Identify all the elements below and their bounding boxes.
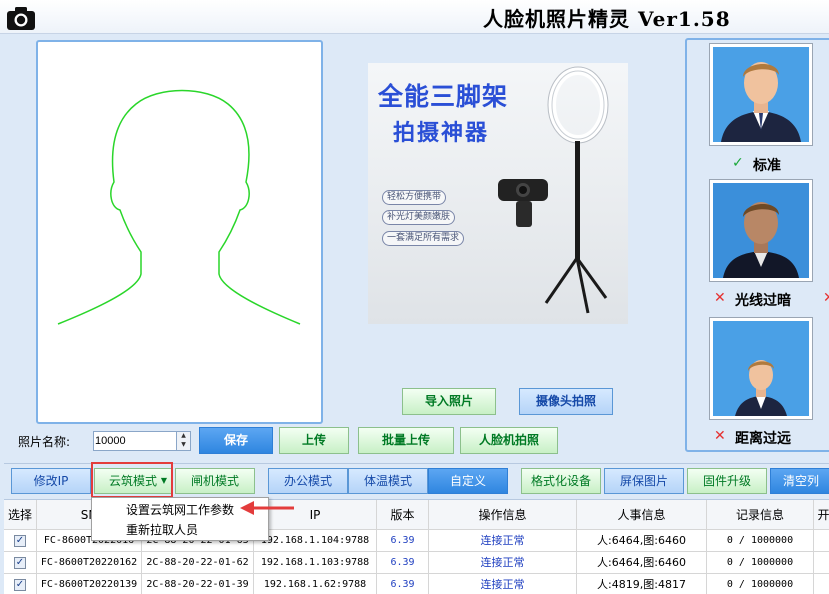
- ad-tag: 一套满足所有需求: [382, 231, 465, 246]
- ad-tag: 轻松方便携带: [382, 190, 447, 205]
- table-row-checkbox[interactable]: ✓: [4, 574, 37, 594]
- spin-up-icon[interactable]: ▲: [176, 432, 190, 441]
- checkbox-check-icon[interactable]: ✓: [14, 557, 26, 569]
- cell-version: 6.39: [377, 574, 429, 594]
- camera-preview-panel: [36, 40, 323, 424]
- app-title: 人脸机照片精灵 Ver1.58: [483, 7, 731, 31]
- temp-mode-button[interactable]: 体温模式: [348, 468, 428, 494]
- cross-icon: ✕: [823, 290, 829, 306]
- tripod-ad-image: 全能三脚架 拍摄神器 轻松方便携带 补光灯美颜嫩肤 一套满足所有需求: [368, 63, 628, 324]
- gate-mode-button[interactable]: 闸机模式: [175, 468, 255, 494]
- spin-down-icon[interactable]: ▼: [176, 441, 190, 450]
- menu-item-refetch-staff[interactable]: 重新拉取人员: [126, 521, 198, 538]
- modify-ip-button[interactable]: 修改IP: [11, 468, 91, 494]
- cell-mac: 2C-88-20-22-01-39: [142, 574, 254, 594]
- cloud-mode-label: 云筑模式: [108, 474, 157, 488]
- cell-person: 人:6464,图:6460: [577, 552, 707, 574]
- reference-photo-standard: [709, 43, 813, 146]
- cell-status: 连接正常: [429, 530, 577, 552]
- upload-button[interactable]: 上传: [279, 427, 349, 454]
- save-button[interactable]: 保存: [199, 427, 273, 454]
- camera-icon: [7, 7, 35, 30]
- cell-extra: [814, 552, 829, 574]
- reference-label-dark: 光线过暗: [735, 293, 791, 309]
- cell-ip: 192.168.1.62:9788: [254, 574, 377, 594]
- ad-title-line2: 拍摄神器: [393, 121, 490, 146]
- column-header[interactable]: 记录信息: [707, 500, 814, 530]
- cell-status: 连接正常: [429, 552, 577, 574]
- photo-name-input[interactable]: [95, 433, 175, 449]
- check-icon: ✓: [732, 155, 744, 171]
- reference-photo-far: [709, 317, 813, 420]
- cell-version: 6.39: [377, 552, 429, 574]
- mode-toolbar: 修改IP 云筑模式 ▼ 闸机模式 办公模式 体温模式 自定义 格式化设备 屏保图…: [4, 463, 829, 497]
- cell-sn: FC-8600T20220139: [37, 574, 142, 594]
- face-capture-button[interactable]: 人脸机拍照: [460, 427, 558, 454]
- column-header[interactable]: 版本: [377, 500, 429, 530]
- cell-person: 人:6464,图:6460: [577, 530, 707, 552]
- reference-photos-panel: ✓ 标准 ✕ 光线过暗 ✕ ✕ 距离过远: [685, 38, 829, 452]
- clear-list-button[interactable]: 清空列: [770, 468, 829, 494]
- red-arrow-icon: [240, 501, 294, 515]
- cell-mac: 2C-88-20-22-01-62: [142, 552, 254, 574]
- ad-title-line1: 全能三脚架: [378, 82, 509, 111]
- column-header[interactable]: 操作信息: [429, 500, 577, 530]
- cell-person: 人:4819,图:4817: [577, 574, 707, 594]
- reference-label-far: 距离过远: [735, 431, 791, 447]
- column-header[interactable]: 人事信息: [577, 500, 707, 530]
- table-row-checkbox[interactable]: ✓: [4, 552, 37, 574]
- camera-capture-button[interactable]: 摄像头拍照: [519, 388, 613, 415]
- column-header[interactable]: 开: [814, 500, 829, 530]
- cell-extra: [814, 530, 829, 552]
- table-row-checkbox[interactable]: ✓: [4, 530, 37, 552]
- reference-photo-dark: [709, 179, 813, 282]
- cell-ip: 192.168.1.103:9788: [254, 552, 377, 574]
- batch-upload-button[interactable]: 批量上传: [358, 427, 454, 454]
- cell-status: 连接正常: [429, 574, 577, 594]
- ad-tag: 补光灯美颜嫩肤: [382, 210, 456, 225]
- face-outline-guide: [57, 89, 301, 325]
- cell-version: 6.39: [377, 530, 429, 552]
- cell-record: 0 / 1000000: [707, 530, 814, 552]
- custom-button[interactable]: 自定义: [428, 468, 508, 494]
- menu-item-set-cloud-params[interactable]: 设置云筑网工作参数: [126, 501, 234, 518]
- cross-icon: ✕: [714, 290, 726, 306]
- format-device-button[interactable]: 格式化设备: [521, 468, 601, 494]
- checkbox-check-icon[interactable]: ✓: [14, 579, 26, 591]
- office-mode-button[interactable]: 办公模式: [268, 468, 348, 494]
- cell-record: 0 / 1000000: [707, 574, 814, 594]
- cell-record: 0 / 1000000: [707, 552, 814, 574]
- column-header[interactable]: 选择: [4, 500, 37, 530]
- dropdown-arrow-icon: ▼: [160, 476, 167, 485]
- cell-extra: [814, 574, 829, 594]
- reference-label-standard: 标准: [753, 158, 781, 174]
- photo-name-stepper[interactable]: ▲ ▼: [93, 431, 191, 451]
- cross-icon: ✕: [714, 428, 726, 444]
- cloud-mode-dropdown[interactable]: 云筑模式 ▼: [94, 468, 172, 494]
- title-bar: 人脸机照片精灵 Ver1.58: [0, 0, 829, 34]
- firmware-upgrade-button[interactable]: 固件升级: [687, 468, 767, 494]
- photo-name-label: 照片名称:: [18, 435, 71, 449]
- cell-sn: FC-8600T20220162: [37, 552, 142, 574]
- import-photo-button[interactable]: 导入照片: [402, 388, 496, 415]
- checkbox-check-icon[interactable]: ✓: [14, 535, 26, 547]
- cell-ip: 192.168.1.104:9788: [254, 530, 377, 552]
- screensaver-button[interactable]: 屏保图片: [604, 468, 684, 494]
